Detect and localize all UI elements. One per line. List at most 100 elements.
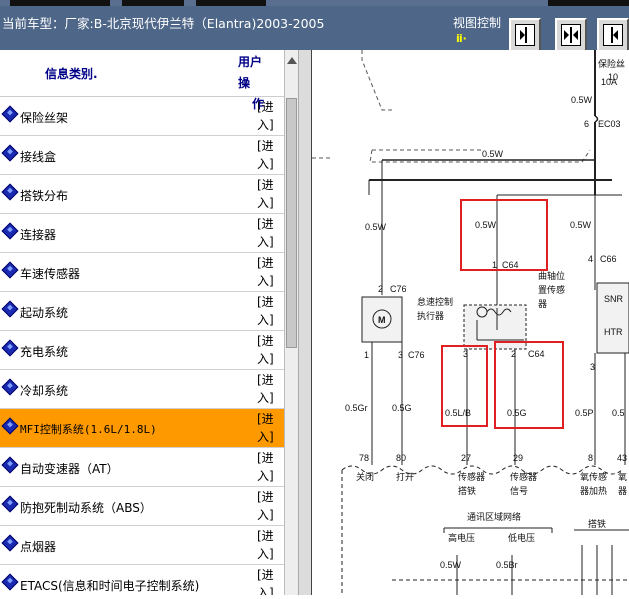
component-label: 怠速控制 — [417, 296, 453, 307]
wire-label: 0.5P — [575, 408, 594, 418]
list-item-label: 起动系统 — [20, 306, 69, 320]
view-right-pane-button[interactable] — [509, 18, 541, 52]
list-item-label: ETACS(信息和时间电子控制系统) — [20, 579, 200, 593]
view-left-pane-icon — [603, 24, 623, 46]
scroll-up-arrow-icon[interactable] — [286, 52, 298, 64]
enter-link[interactable]: [进 入] — [257, 215, 277, 251]
current-vehicle-title: 当前车型：厂家:B-北京现代伊兰特（Elantra)2003-2005 — [2, 16, 325, 31]
wire-label: 0.5W — [475, 220, 497, 230]
fuse-label: 保险丝 — [598, 58, 625, 69]
wiring-diagram-pane[interactable]: 保险丝 10 10A 0.5W 6 EC03 0.5W 0.5W 0.5W 0.… — [312, 50, 629, 595]
terminal-label: 高电压 — [448, 532, 475, 543]
view-split-button[interactable] — [555, 18, 587, 52]
wire-label: 0.5W — [440, 560, 462, 570]
enter-link[interactable]: [进 入] — [257, 137, 277, 173]
pin-label: 2 — [511, 349, 516, 359]
terminal-label: 器 — [618, 486, 627, 496]
list-item-starting-system[interactable]: 起动系统 [进 入] — [0, 292, 284, 331]
terminal-label: 传感器 — [458, 471, 485, 482]
enter-link[interactable]: [进 入] — [257, 293, 277, 329]
connector-label: C64 — [528, 349, 545, 359]
wire-label: 0.5Gr — [345, 403, 368, 413]
list-item-abs[interactable]: 防抱死制动系统（ABS） [进 入] — [0, 487, 284, 526]
enter-link[interactable]: [进 入] — [257, 98, 277, 134]
scrollbar-thumb[interactable] — [286, 98, 297, 348]
list-item-label: 自动变速器（AT） — [20, 462, 119, 476]
diamond-bullet-icon — [1, 222, 19, 240]
pin-label: 3 — [590, 362, 595, 372]
pin-label: 6 — [584, 119, 589, 129]
enter-link[interactable]: [进 入] — [257, 176, 277, 212]
list-item-label: 充电系统 — [20, 345, 69, 359]
terminal-number: 27 — [461, 453, 471, 463]
diamond-bullet-icon — [1, 261, 19, 279]
terminal-label: 低电压 — [508, 532, 535, 543]
view-right-pane-icon — [515, 24, 535, 46]
col-category-header: 信息类别. — [45, 67, 98, 81]
enter-link[interactable]: [进 入] — [257, 449, 277, 485]
pin-label: 3 — [463, 349, 468, 359]
list-item-speed-sensor[interactable]: 车速传感器 [进 入] — [0, 253, 284, 292]
list-item-label: 搭铁分布 — [20, 189, 69, 203]
diamond-bullet-icon — [1, 456, 19, 474]
list-item-label: 车速传感器 — [20, 267, 81, 281]
terminal-label: 器加热 — [580, 485, 607, 496]
list-item-charging-system[interactable]: 充电系统 [进 入] — [0, 331, 284, 370]
wire-label: 0.5L/B — [445, 408, 471, 418]
wire-label: 0.5Br — [496, 560, 518, 570]
pane-splitter[interactable] — [298, 50, 312, 595]
wire-label: 0.5 — [612, 408, 625, 418]
list-item-connector[interactable]: 连接器 [进 入] — [0, 214, 284, 253]
component-label: SNR — [604, 294, 624, 304]
wire-label: 0.5W — [365, 222, 387, 232]
diamond-bullet-icon — [1, 144, 19, 162]
list-item-etacs[interactable]: ETACS(信息和时间电子控制系统) [进 入] — [0, 565, 284, 595]
list-item-label: 防抱死制动系统（ABS） — [20, 501, 152, 515]
terminal-number: 43 — [617, 453, 627, 463]
list-header: 信息类别. 用户操 作 — [0, 50, 284, 111]
enter-link[interactable]: [进 入] — [257, 332, 277, 368]
diamond-bullet-icon — [1, 300, 19, 318]
component-label: 置传感 — [538, 284, 565, 295]
view-control-label: 视图控制 — [453, 16, 502, 30]
wire-label: 0.5W — [571, 95, 593, 105]
wire-label: 0.5W — [482, 149, 504, 159]
wire-label: 0.5W — [570, 220, 592, 230]
list-item-label: 保险丝架 — [20, 111, 69, 125]
enter-link[interactable]: [进 入] — [257, 527, 277, 563]
list-item-automatic-transmission[interactable]: 自动变速器（AT） [进 入] — [0, 448, 284, 487]
list-item-cigar-lighter[interactable]: 点烟器 [进 入] — [0, 526, 284, 565]
enter-link[interactable]: [进 入] — [257, 410, 277, 446]
list-item-label: 冷却系统 — [20, 384, 69, 398]
list-item-cooling-system[interactable]: 冷却系统 [进 入] — [0, 370, 284, 409]
list-item-mfi-control-system[interactable]: MFI控制系统(1.6L/1.8L) [进 入] — [0, 409, 284, 448]
list-scrollbar[interactable] — [284, 50, 299, 595]
enter-link[interactable]: [进 入] — [257, 488, 277, 524]
list-item-junction-box[interactable]: 接线盒 [进 入] — [0, 136, 284, 175]
terminal-number: 29 — [513, 453, 523, 463]
enter-link[interactable]: [进 入] — [257, 254, 277, 290]
terminal-number: 78 — [359, 453, 369, 463]
col-action-header-line1: 用户操 — [238, 55, 263, 90]
view-left-pane-button[interactable] — [597, 18, 629, 52]
list-item-label: MFI控制系统(1.6L/1.8L) — [20, 423, 157, 436]
diamond-bullet-icon — [1, 105, 19, 123]
diamond-bullet-icon — [1, 339, 19, 357]
terminal-label: 信号 — [510, 485, 528, 496]
terminal-label: 氧传感 — [580, 471, 607, 482]
connector-label: C66 — [600, 254, 617, 264]
enter-link[interactable]: [进 入] — [257, 566, 277, 595]
pin-label: 3 — [398, 350, 403, 360]
wire-label: 0.5G — [507, 408, 527, 418]
terminal-number: 80 — [396, 453, 406, 463]
connector-label: C76 — [390, 284, 407, 294]
list-item-label: 连接器 — [20, 228, 57, 242]
terminal-label: 关闭 — [356, 471, 374, 482]
list-item-fuse-box[interactable]: 保险丝架 [进 入] — [0, 97, 284, 136]
list-item-ground-distribution[interactable]: 搭铁分布 [进 入] — [0, 175, 284, 214]
fuse-rating: 10A — [601, 77, 617, 87]
pin-label: 1 — [364, 350, 369, 360]
enter-link[interactable]: [进 入] — [257, 371, 277, 407]
connector-label: C64 — [502, 260, 519, 270]
diamond-bullet-icon — [1, 495, 19, 513]
